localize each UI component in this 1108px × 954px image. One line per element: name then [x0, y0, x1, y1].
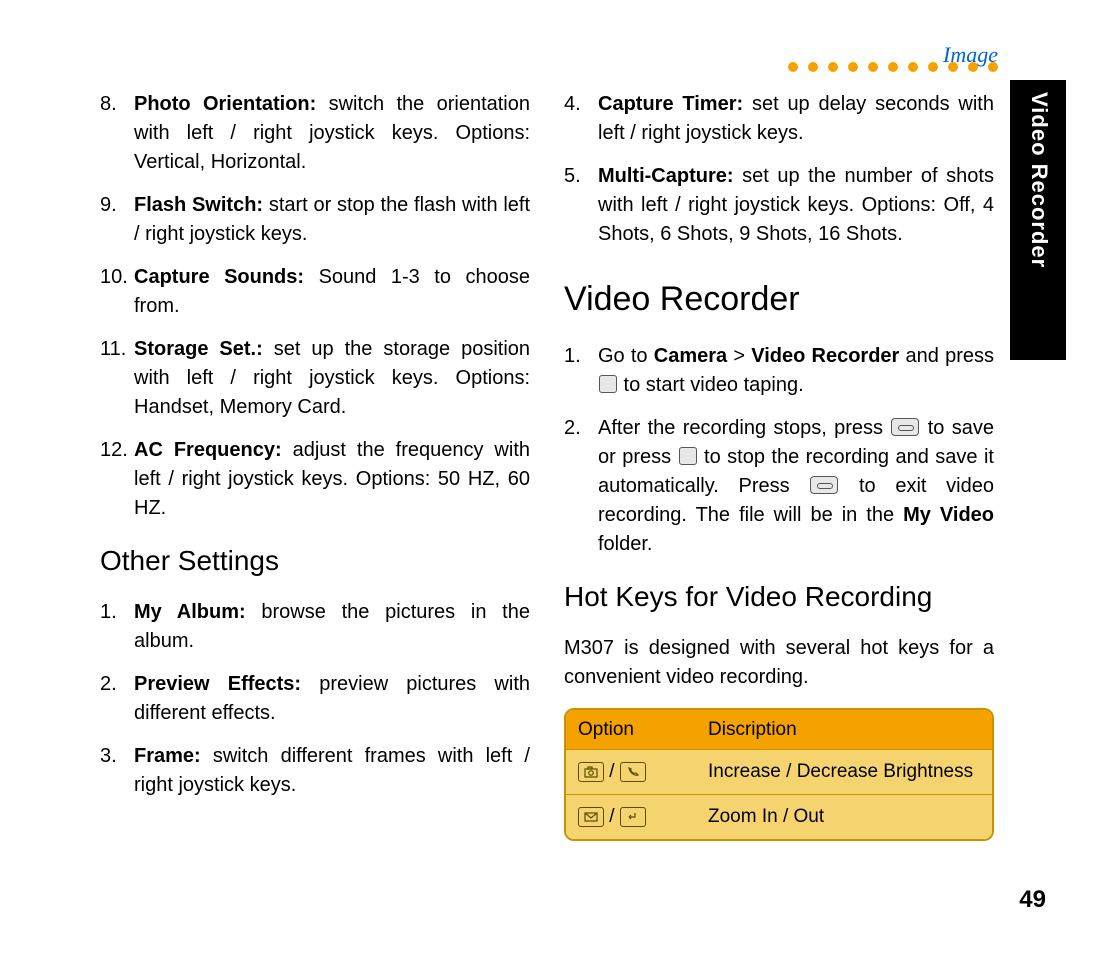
settings-list-cont: 4.Capture Timer: set up delay seconds wi… — [564, 90, 994, 249]
back-key-icon — [620, 807, 646, 827]
list-item: 5.Multi-Capture: set up the number of sh… — [564, 162, 994, 249]
item-number: 9. — [100, 191, 134, 249]
right-column: 4.Capture Timer: set up delay seconds wi… — [564, 90, 994, 841]
list-item: 2.Preview Effects: preview pictures with… — [100, 670, 530, 728]
item-number: 2. — [100, 670, 134, 728]
bold-run: My Video — [903, 504, 994, 526]
settings-list: 8.Photo Orientation: switch the orientat… — [100, 90, 530, 523]
list-item: 2. After the recording stops, press to s… — [564, 414, 994, 559]
text-run: to start video taping. — [618, 374, 804, 396]
hot-keys-intro: M307 is designed with several hot keys f… — [564, 634, 994, 692]
list-item: 1. Go to Camera > Video Recorder and pre… — [564, 342, 994, 400]
slash: / — [609, 761, 620, 782]
item-label: Frame: — [134, 745, 201, 767]
item-number: 12. — [100, 436, 134, 523]
slash: / — [609, 806, 620, 827]
list-item: 8.Photo Orientation: switch the orientat… — [100, 90, 530, 177]
list-item: 9.Flash Switch: start or stop the flash … — [100, 191, 530, 249]
item-number: 1. — [564, 342, 598, 400]
text-run: folder. — [598, 533, 652, 555]
item-number: 3. — [100, 742, 134, 800]
table-header: Option Discription — [566, 710, 992, 750]
item-label: AC Frequency: — [134, 439, 282, 461]
list-item: 3.Frame: switch different frames with le… — [100, 742, 530, 800]
other-settings-list: 1.My Album: browse the pictures in the a… — [100, 598, 530, 800]
item-label: Photo Orientation: — [134, 93, 316, 115]
hotkey-table: Option Discription / Increase / Decrease… — [564, 708, 994, 841]
center-key-icon — [679, 447, 697, 465]
video-recorder-steps: 1. Go to Camera > Video Recorder and pre… — [564, 342, 994, 559]
bold-run: Video Recorder — [751, 345, 899, 367]
table-row: / Zoom In / Out — [566, 794, 992, 839]
option-cell: / — [578, 758, 708, 786]
item-number: 8. — [100, 90, 134, 177]
camera-key-icon — [578, 762, 604, 782]
item-label: Preview Effects: — [134, 673, 301, 695]
col-option: Option — [578, 716, 708, 744]
item-number: 11. — [100, 335, 134, 422]
header-dots — [788, 62, 998, 72]
center-key-icon — [599, 375, 617, 393]
other-settings-heading: Other Settings — [100, 541, 530, 582]
item-number: 2. — [564, 414, 598, 559]
item-label: Storage Set.: — [134, 338, 263, 360]
item-number: 5. — [564, 162, 598, 249]
item-number: 4. — [564, 90, 598, 148]
item-label: Capture Timer: — [598, 93, 743, 115]
description-cell: Zoom In / Out — [708, 803, 980, 831]
item-label: My Album: — [134, 601, 246, 623]
side-tab: Video Recorder — [1010, 80, 1066, 360]
item-number: 10. — [100, 263, 134, 321]
text-run: Go to — [598, 345, 654, 367]
phone-key-icon — [620, 762, 646, 782]
softkey-icon — [891, 418, 919, 436]
col-description: Discription — [708, 716, 980, 744]
item-label: Flash Switch: — [134, 194, 263, 216]
list-item: 11.Storage Set.: set up the storage posi… — [100, 335, 530, 422]
list-item: 12.AC Frequency: adjust the frequency wi… — [100, 436, 530, 523]
list-item: 1.My Album: browse the pictures in the a… — [100, 598, 530, 656]
text-run: After the recording stops, press — [598, 417, 890, 439]
item-label: Capture Sounds: — [134, 266, 304, 288]
softkey-icon — [810, 476, 838, 494]
description-cell: Increase / Decrease Brightness — [708, 758, 980, 786]
item-label: Multi-Capture: — [598, 165, 734, 187]
list-item: 4.Capture Timer: set up delay seconds wi… — [564, 90, 994, 148]
left-column: 8.Photo Orientation: switch the orientat… — [100, 90, 530, 841]
option-cell: / — [578, 803, 708, 831]
message-key-icon — [578, 807, 604, 827]
hot-keys-heading: Hot Keys for Video Recording — [564, 577, 994, 618]
list-item: 10.Capture Sounds: Sound 1-3 to choose f… — [100, 263, 530, 321]
table-row: / Increase / Decrease Brightness — [566, 749, 992, 794]
text-run: > — [727, 345, 751, 367]
bold-run: Camera — [654, 345, 727, 367]
video-recorder-heading: Video Recorder — [564, 275, 994, 324]
item-number: 1. — [100, 598, 134, 656]
page-number: 49 — [1019, 886, 1046, 914]
text-run: and press — [899, 345, 994, 367]
